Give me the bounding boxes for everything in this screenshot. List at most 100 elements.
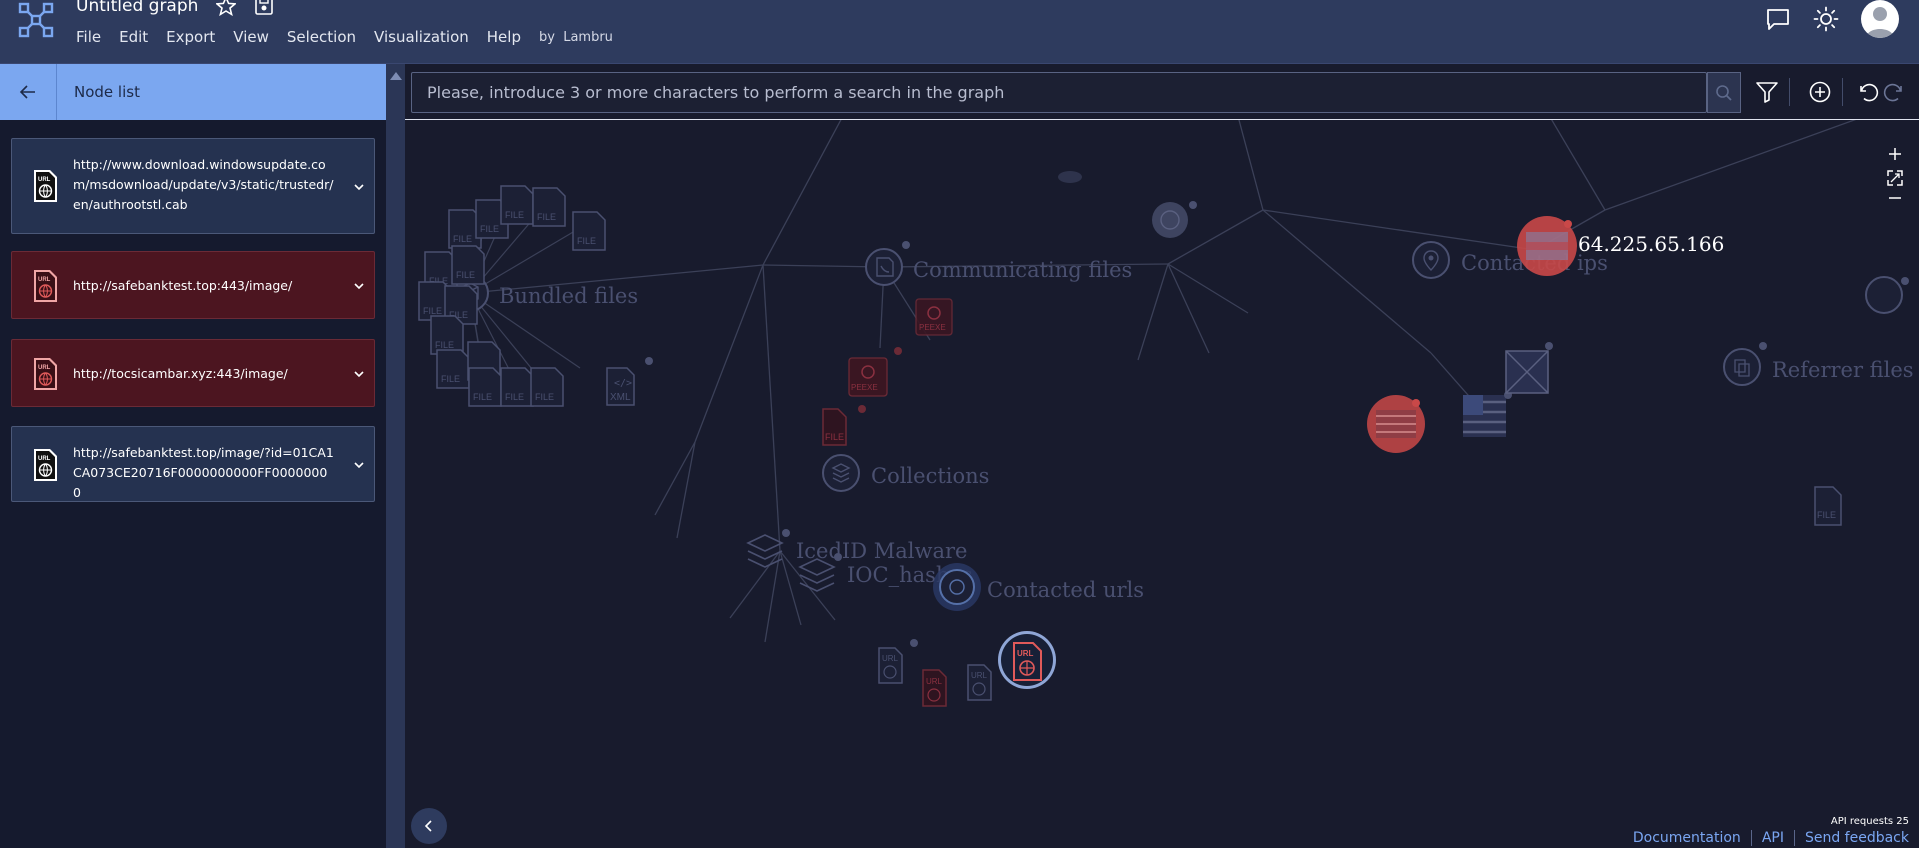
node-list-title: Node list <box>74 83 140 101</box>
menu-selection[interactable]: Selection <box>287 28 356 46</box>
back-button[interactable] <box>0 64 57 120</box>
chevron-down-icon[interactable] <box>352 279 366 293</box>
peexe-malicious-node[interactable]: PEEXE <box>915 298 953 336</box>
menu-edit[interactable]: Edit <box>119 28 148 46</box>
top-clock-node[interactable] <box>1152 201 1197 238</box>
user-avatar[interactable] <box>1861 0 1899 38</box>
file-node[interactable]: FILE <box>430 315 464 355</box>
file-node[interactable]: FILE <box>572 211 606 251</box>
node-url-text: http://www.download.windowsupdate.com/ms… <box>73 157 334 212</box>
file-malicious-node[interactable]: FILE <box>822 405 866 446</box>
redo-icon <box>1883 83 1902 102</box>
node-list-item-malicious[interactable]: URL http://safebanktest.top:443/image/ <box>11 251 375 319</box>
graph-title[interactable]: Untitled graph <box>76 0 198 16</box>
xml-file-node[interactable]: </> XML <box>606 357 653 406</box>
file-badge: FILE <box>537 212 556 222</box>
group-label: Contacted urls <box>987 578 1144 602</box>
search-toolbar <box>405 64 1919 120</box>
send-feedback-link[interactable]: Send feedback <box>1795 830 1919 846</box>
file-badge: FILE <box>473 392 492 402</box>
edge-node-right[interactable] <box>1865 276 1909 314</box>
unknown-image-node[interactable] <box>1505 342 1553 394</box>
fit-screen-icon <box>1887 170 1903 186</box>
chevron-down-icon[interactable] <box>352 458 366 472</box>
collapse-up-icon[interactable] <box>390 72 402 80</box>
chevron-down-icon[interactable] <box>352 367 366 381</box>
iced-id-collection-node[interactable]: IcedID Malware <box>746 529 967 568</box>
avatar-silhouette-icon <box>1866 7 1894 38</box>
file-badge: FILE <box>1817 510 1836 520</box>
chat-icon[interactable] <box>1765 6 1791 32</box>
menu-help[interactable]: Help <box>487 28 521 46</box>
file-node[interactable]: FILE <box>532 187 566 227</box>
graph-canvas[interactable]: Bundled files Communicating files Contac… <box>405 64 1919 848</box>
xml-badge: XML <box>610 392 631 403</box>
fit-screen-button[interactable] <box>1885 168 1905 188</box>
peexe-malicious-node-2[interactable]: PEEXE <box>848 347 902 397</box>
contacted-urls-node[interactable]: Contacted urls <box>933 563 1144 611</box>
app-logo-icon[interactable] <box>18 2 54 38</box>
top-faded-node <box>1058 171 1082 183</box>
footer-links: Documentation API Send feedback <box>1623 828 1919 848</box>
url-malicious-node[interactable]: URL <box>922 669 947 707</box>
redo-button[interactable] <box>1880 78 1908 106</box>
menu-export[interactable]: Export <box>166 28 215 46</box>
collapse-panel-button[interactable] <box>411 808 447 844</box>
filter-button[interactable] <box>1753 78 1781 106</box>
graph-search-input[interactable] <box>411 72 1707 113</box>
node-list-item[interactable]: URL http://www.download.windowsupdate.co… <box>11 138 375 234</box>
url-file-icon: URL <box>34 270 57 302</box>
api-link[interactable]: API <box>1752 830 1795 846</box>
undo-button[interactable] <box>1854 78 1882 106</box>
file-badge: FILE <box>505 210 524 220</box>
search-button[interactable] <box>1707 72 1741 113</box>
author-label: by Lambru <box>539 30 613 45</box>
menu-view[interactable]: View <box>233 28 269 46</box>
file-node[interactable]: FILE <box>500 185 534 225</box>
ip-node[interactable]: 64.225.65.166 <box>1517 216 1724 276</box>
theme-sun-icon[interactable] <box>1813 6 1839 32</box>
save-graph-icon[interactable] <box>254 0 274 16</box>
collections-node[interactable]: Collections <box>822 454 989 492</box>
svg-text:URL: URL <box>38 177 51 183</box>
url-badge: URL <box>882 654 899 663</box>
node-list-header: Node list <box>0 64 386 120</box>
url-selected-malicious-node[interactable]: URL <box>998 631 1056 689</box>
node-list-item-malicious[interactable]: URL http://tocsicambar.xyz:443/image/ <box>11 339 375 407</box>
top-bar: Untitled graph File Edit Export View Sel… <box>0 0 1919 64</box>
referrer-files-node[interactable]: Referrer files <box>1723 342 1914 386</box>
file-badge: FILE <box>435 340 454 350</box>
star-icon[interactable] <box>216 0 237 16</box>
graph-view[interactable]: Bundled files Communicating files Contac… <box>405 120 1919 848</box>
us-flag-node[interactable] <box>1463 391 1512 437</box>
file-node[interactable]: FILE <box>451 245 485 285</box>
menu-file[interactable]: File <box>76 28 101 46</box>
node-list-item[interactable]: URL http://safebanktest.top/image/?id=01… <box>11 426 375 502</box>
url-file-icon: URL <box>34 449 57 481</box>
menu-visualization[interactable]: Visualization <box>374 28 469 46</box>
add-node-button[interactable] <box>1806 78 1834 106</box>
file-badge: FILE <box>453 234 472 244</box>
file-node[interactable]: FILE <box>500 367 534 407</box>
chevron-down-icon[interactable] <box>352 180 366 194</box>
author-name[interactable]: Lambru <box>563 30 613 45</box>
zoom-out-button[interactable] <box>1885 188 1905 208</box>
file-node[interactable]: FILE <box>530 367 564 407</box>
filter-icon <box>1756 82 1778 103</box>
arrow-left-icon <box>19 85 35 99</box>
top-right-actions <box>1765 0 1899 38</box>
minus-icon <box>1889 197 1901 199</box>
documentation-link[interactable]: Documentation <box>1623 830 1752 846</box>
communicating-files-node[interactable]: Communicating files <box>865 241 1132 286</box>
panel-splitter[interactable] <box>386 64 405 848</box>
us-flag-node-malicious[interactable] <box>1367 395 1425 453</box>
url-node[interactable]: URL <box>878 639 918 684</box>
svg-text:</>: </> <box>614 378 632 389</box>
node-url-text: http://safebanktest.top:443/image/ <box>73 278 293 293</box>
add-circle-icon <box>1809 81 1831 103</box>
zoom-in-button[interactable] <box>1885 144 1905 164</box>
referrer-file-node[interactable]: FILE <box>1814 486 1842 526</box>
file-node[interactable]: FILE <box>468 367 502 407</box>
graph-edges <box>469 120 1857 643</box>
file-node[interactable]: FILE <box>436 349 470 389</box>
